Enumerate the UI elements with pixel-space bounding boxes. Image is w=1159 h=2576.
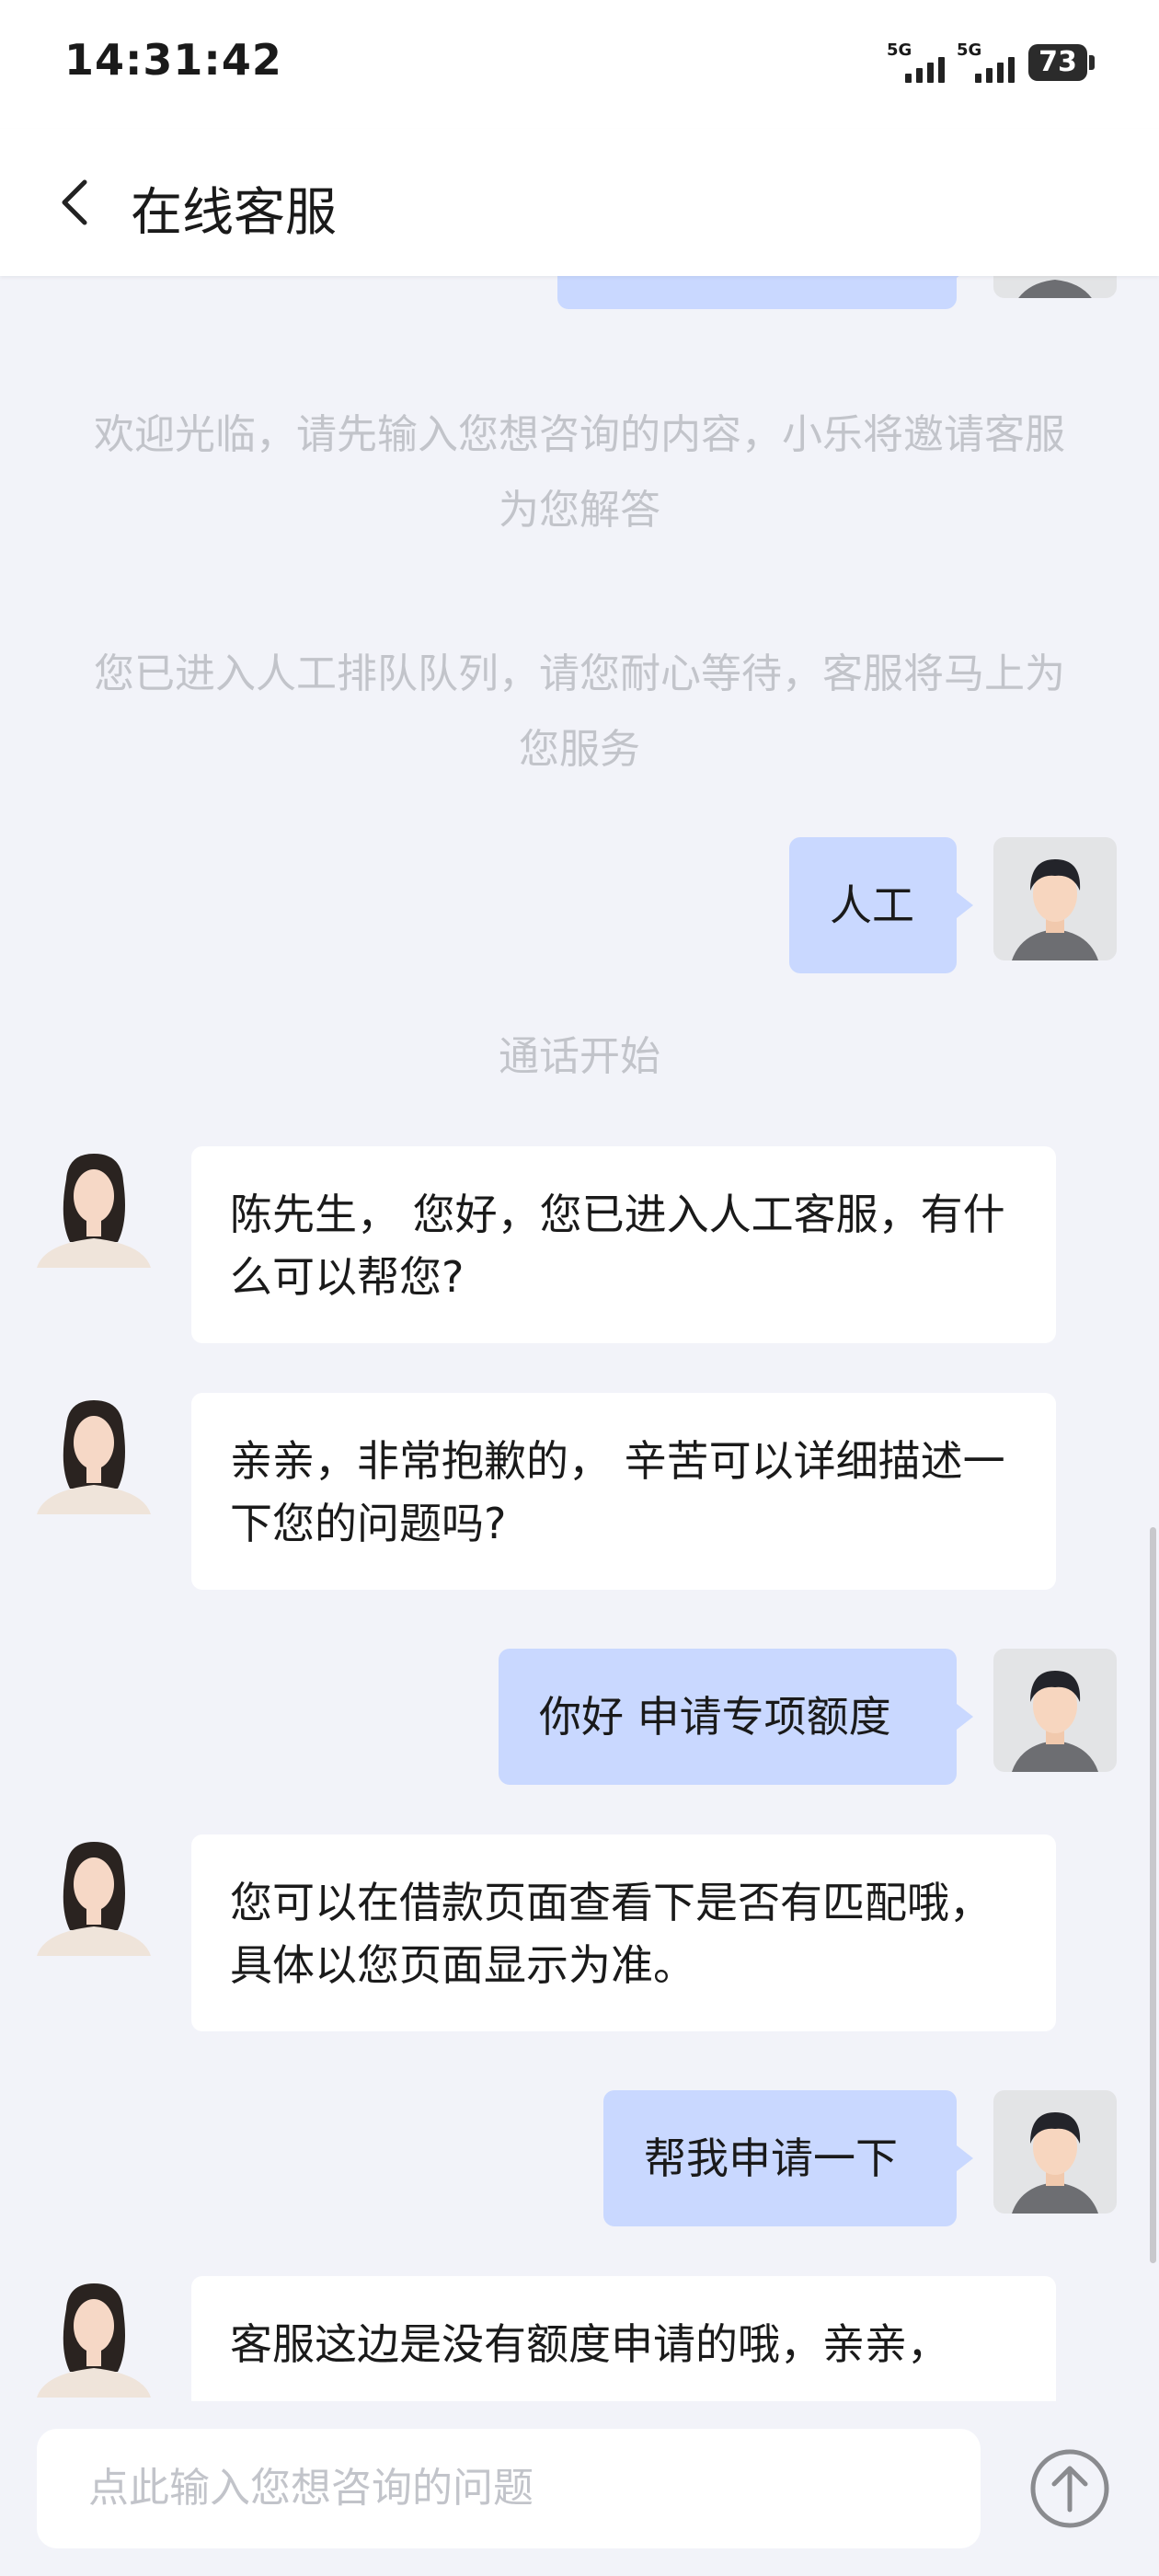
battery-icon: 73: [1028, 44, 1095, 81]
user-message-bubble: 你好 申请专项额度: [499, 1649, 973, 1785]
system-message-queue: 您已进入人工排队队列，请您耐心等待，客服将马上为您服务: [94, 650, 1065, 773]
agent-avatar-icon: [37, 2283, 151, 2398]
signal-icon: 5G: [887, 40, 960, 83]
call-start-label: 通话开始: [499, 1033, 660, 1080]
agent-message-bubble: 陈先生， 您好，您已进入人工客服，有什么可以帮您?: [191, 1146, 1056, 1343]
agent-message-text: 您可以在借款页面查看下是否有匹配哦，具体以您页面显示为准。: [230, 1878, 992, 1990]
agent-avatar: [33, 1393, 155, 1514]
message-input[interactable]: 点此输入您想咨询的问题: [37, 2429, 981, 2548]
user-avatar: [993, 837, 1117, 960]
signal-icon: 5G: [957, 40, 1030, 83]
agent-message-bubble: 您可以在借款页面查看下是否有匹配哦，具体以您页面显示为准。: [191, 1834, 1056, 2031]
send-arrow-icon[interactable]: [1028, 2447, 1111, 2530]
agent-message-text: 亲亲，非常抱歉的， 辛苦可以详细描述一下您的问题吗?: [230, 1436, 1005, 1548]
user-avatar: [993, 1649, 1117, 1772]
user-message-text: 你好 申请专项额度: [539, 1692, 891, 1742]
system-message-welcome: 欢迎光临，请先输入您想咨询的内容，小乐将邀请客服为您解答: [94, 411, 1065, 534]
agent-avatar-icon: [37, 1842, 151, 1956]
agent-avatar: [33, 2276, 155, 2398]
status-time: 14:31:42: [64, 35, 282, 85]
agent-avatar-icon: [37, 1154, 151, 1268]
status-bar: 14:31:42 5G 5G 73: [0, 0, 1159, 129]
user-message-text: 帮我申请一下: [644, 2133, 898, 2183]
user-message-text: 人工: [830, 880, 914, 930]
agent-message-bubble: 亲亲，非常抱歉的， 辛苦可以详细描述一下您的问题吗?: [191, 1393, 1056, 1590]
agent-message-bubble: 客服这边是没有额度申请的哦，亲亲，: [191, 2276, 1056, 2401]
user-avatar: [993, 276, 1117, 298]
chat-scrollbar[interactable]: [1150, 1527, 1156, 2263]
user-message-bubble: 帮我申请一下: [603, 2090, 973, 2226]
agent-avatar: [33, 1834, 155, 1956]
agent-message-text: 客服这边是没有额度申请的哦，亲亲，: [230, 2319, 949, 2369]
user-avatar-icon: [1012, 2112, 1098, 2214]
user-message-bubble: 人工: [789, 837, 973, 973]
user-avatar: [993, 2090, 1117, 2214]
page-title: 在线客服: [131, 183, 337, 243]
chat-area[interactable]: 欢迎光临，请先输入您想咨询的内容，小乐将邀请客服为您解答 您已进入人工排队队列，…: [0, 276, 1159, 2401]
user-avatar-icon: [1018, 280, 1092, 298]
back-arrow-icon[interactable]: [57, 175, 94, 230]
user-avatar-icon: [1012, 1671, 1098, 1772]
agent-avatar: [33, 1146, 155, 1268]
user-avatar-icon: [1012, 859, 1098, 960]
agent-message-text: 陈先生， 您好，您已进入人工客服，有什么可以帮您?: [230, 1190, 1005, 1302]
agent-avatar-icon: [37, 1400, 151, 1514]
previous-user-bubble: [557, 276, 973, 309]
